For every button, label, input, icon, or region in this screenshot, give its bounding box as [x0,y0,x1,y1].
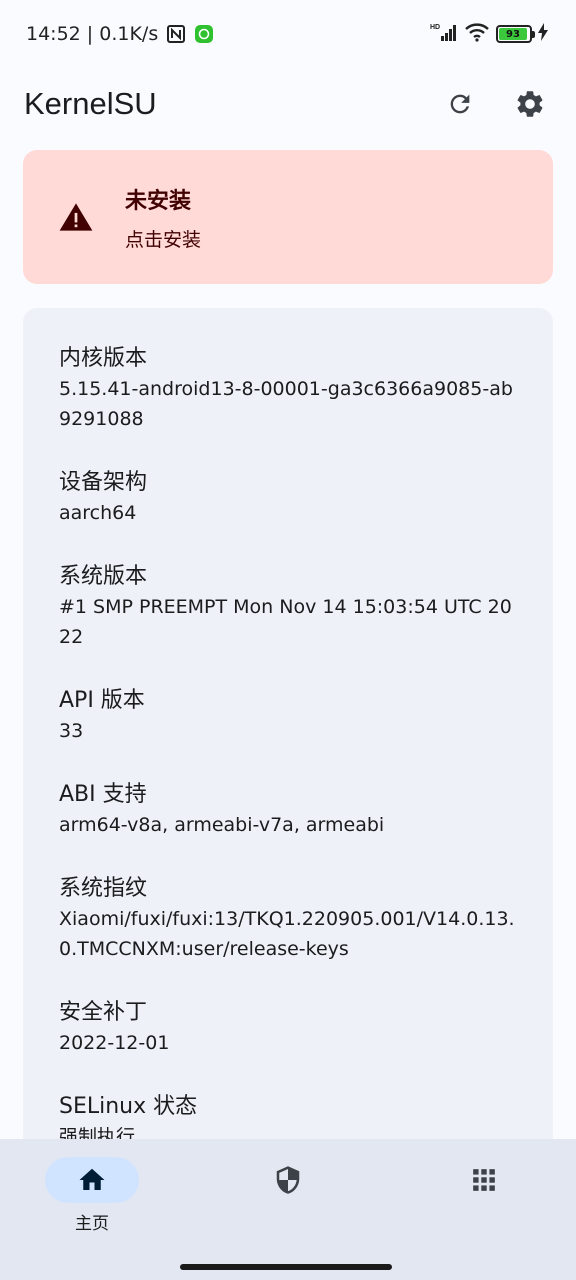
nav-modules[interactable] [436,1157,532,1203]
info-value: 5.15.41-android13-8-00001-ga3c6366a9085-… [59,378,513,430]
app-title: KernelSU [24,86,157,121]
info-value: 2022-12-01 [59,1032,170,1054]
shield-icon [276,1166,300,1194]
info-kernel-version: 内核版本 5.15.41-android13-8-00001-ga3c6366a… [59,344,517,434]
warning-icon [59,203,93,231]
info-security-patch: 安全补丁 2022-12-01 [59,998,517,1058]
signal-icon: HD [430,22,458,46]
battery-icon: 93 [496,25,535,43]
info-value: Xiaomi/fuxi/fuxi:13/TKQ1.220905.001/V14.… [59,908,515,960]
nfc-icon [166,24,186,44]
app-notification-icon [194,24,214,44]
device-info-card: 内核版本 5.15.41-android13-8-00001-ga3c6366a… [23,308,553,1208]
info-value: 33 [59,720,84,742]
top-app-bar: KernelSU [0,68,576,140]
install-status-text: 未安装 点击安装 [125,183,201,252]
info-value: #1 SMP PREEMPT Mon Nov 14 15:03:54 UTC 2… [59,596,512,648]
info-value: aarch64 [59,502,137,524]
info-api-version: API 版本 33 [59,686,517,746]
status-time: 14:52 | 0.1K/s [26,23,159,45]
info-device-arch: 设备架构 aarch64 [59,468,517,528]
battery-level: 93 [499,28,527,40]
info-label: API 版本 [59,688,145,713]
svg-text:HD: HD [430,24,440,31]
info-label: 设备架构 [59,470,148,495]
info-abi-support: ABI 支持 arm64-v8a, armeabi-v7a, armeabi [59,780,517,840]
home-icon [79,1168,105,1190]
gesture-home-bar[interactable] [180,1264,392,1270]
screen: 14:52 | 0.1K/s HD 93 KernelSU 未安装 点击安装 内… [0,0,576,1280]
app-actions [438,82,552,126]
info-label: 安全补丁 [59,1000,148,1025]
info-label: 系统版本 [59,564,148,589]
nav-home-indicator [45,1157,139,1203]
install-status-subtitle: 点击安装 [125,228,202,251]
nav-home-label: 主页 [75,1214,109,1234]
grid-icon [473,1169,495,1191]
bottom-navigation: 主页 [0,1139,576,1280]
status-bar: 14:52 | 0.1K/s HD 93 [0,0,576,68]
nav-superuser[interactable] [240,1157,336,1203]
info-system-version: 系统版本 #1 SMP PREEMPT Mon Nov 14 15:03:54 … [59,562,517,652]
info-label: 内核版本 [59,346,148,371]
charging-icon [538,23,548,45]
refresh-icon [450,94,470,114]
info-label: 系统指纹 [59,876,148,901]
nav-superuser-indicator [241,1157,335,1203]
info-label: ABI 支持 [59,782,147,807]
status-right: HD 93 [430,22,548,46]
install-status-card[interactable]: 未安装 点击安装 [23,150,553,284]
info-system-fingerprint: 系统指纹 Xiaomi/fuxi/fuxi:13/TKQ1.220905.001… [59,874,517,964]
gear-icon [517,91,543,117]
settings-button[interactable] [508,82,552,126]
nav-modules-indicator [437,1157,531,1203]
wifi-icon [464,22,490,46]
info-label: SELinux 状态 [59,1094,198,1119]
refresh-button[interactable] [438,82,482,126]
status-left: 14:52 | 0.1K/s [26,23,214,45]
install-status-title: 未安装 [125,188,192,214]
nav-home[interactable]: 主页 [44,1157,140,1234]
info-value: arm64-v8a, armeabi-v7a, armeabi [59,814,385,836]
